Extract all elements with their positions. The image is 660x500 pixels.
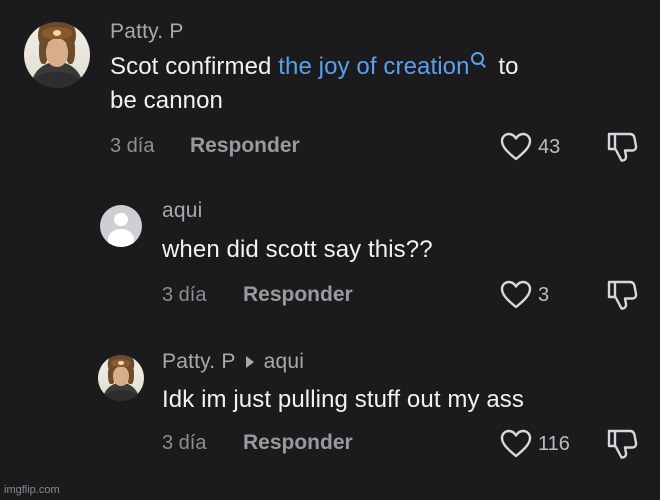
avatar[interactable] — [24, 22, 90, 88]
avatar[interactable] — [98, 355, 144, 401]
comment-patty-1: Patty. P Scot confirmed the joy of creat… — [0, 0, 660, 180]
comment-author[interactable]: Patty. P — [162, 350, 236, 373]
comment-text-line2: be cannon — [110, 87, 224, 114]
like-count: 43 — [538, 135, 561, 158]
search-icon[interactable] — [470, 52, 486, 68]
dislike-button[interactable] — [606, 130, 638, 164]
avatar-shirt — [33, 71, 81, 88]
avatar-body — [107, 229, 135, 247]
avatar-hat — [110, 358, 132, 367]
thumbs-down-outline-icon — [607, 429, 638, 459]
comments-screen: Patty. P Scot confirmed the joy of creat… — [0, 0, 660, 500]
comment-username[interactable]: Patty. P — [110, 20, 184, 44]
reply-to-username[interactable]: aqui — [264, 350, 305, 374]
comment-text: Scot confirmed the joy of creation to be… — [110, 50, 630, 118]
comment-text-after: to — [491, 53, 519, 80]
avatar-shirt — [104, 389, 138, 401]
default-avatar-icon[interactable] — [100, 205, 142, 247]
comment-username: Patty. P aqui — [162, 350, 304, 374]
like-count: 116 — [538, 432, 570, 455]
like-button[interactable]: 116 — [500, 429, 570, 459]
reply-button[interactable]: Responder — [243, 431, 353, 455]
comment-text: when did scott say this?? — [162, 236, 433, 263]
like-button[interactable]: 43 — [500, 132, 560, 162]
dislike-button[interactable] — [606, 278, 638, 312]
comment-username[interactable]: aqui — [162, 199, 203, 223]
reply-button[interactable]: Responder — [243, 283, 353, 307]
watermark: imgflip.com — [4, 484, 60, 496]
comment-text: Idk im just pulling stuff out my ass — [162, 386, 524, 413]
heart-outline-icon — [500, 132, 532, 161]
heart-outline-icon — [500, 429, 532, 458]
like-count: 3 — [538, 283, 550, 306]
comment-patty-2: Patty. P aqui Idk im just pulling stuff o… — [0, 345, 660, 485]
comment-date: 3 día — [162, 284, 207, 306]
thumbs-down-outline-icon — [607, 280, 638, 310]
comment-text-before: Scot confirmed — [110, 53, 279, 80]
heart-outline-icon — [500, 280, 532, 309]
avatar-hat — [42, 27, 72, 40]
thumbs-down-outline-icon — [607, 132, 638, 162]
comment-aqui: aqui when did scott say this?? 3 día Res… — [0, 195, 660, 335]
avatar-face — [45, 39, 69, 67]
dislike-button[interactable] — [606, 427, 638, 461]
caret-right-icon — [245, 356, 254, 368]
comment-date: 3 día — [162, 432, 207, 454]
comment-date: 3 día — [110, 135, 155, 157]
reply-button[interactable]: Responder — [190, 134, 300, 158]
avatar-face — [113, 366, 129, 387]
like-button[interactable]: 3 — [500, 280, 549, 310]
avatar-head — [114, 212, 128, 226]
search-link[interactable]: the joy of creation — [278, 53, 469, 80]
